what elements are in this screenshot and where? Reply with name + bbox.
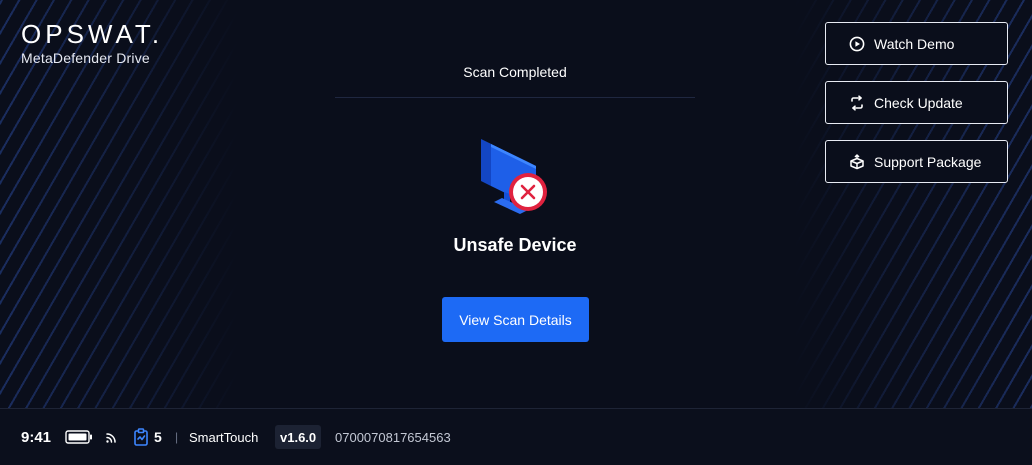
monitor-icon (481, 139, 547, 214)
clipboard-check-icon (133, 409, 149, 465)
view-scan-details-button[interactable]: View Scan Details (442, 297, 589, 342)
wireless-icon (104, 409, 120, 465)
check-update-button[interactable]: Check Update (825, 81, 1008, 124)
app-screen: OPSWAT. MetaDefender Drive Scan Complete… (0, 0, 1032, 465)
status-bar: 9:41 5 | SmartTouch v1.6.0 0700070817654… (0, 408, 1032, 465)
package-icon (849, 153, 865, 170)
watch-demo-button[interactable]: Watch Demo (825, 22, 1008, 65)
product-name: MetaDefender Drive (21, 50, 150, 66)
scan-title: Scan Completed (463, 64, 567, 80)
device-name: SmartTouch (189, 429, 259, 445)
view-scan-details-label: View Scan Details (459, 311, 572, 328)
clock-time: 9:41 (21, 428, 52, 446)
support-package-button[interactable]: Support Package (825, 140, 1008, 183)
status-separator: | (175, 430, 179, 444)
unsafe-device-illustration (476, 136, 552, 216)
title-divider (335, 97, 695, 98)
check-update-label: Check Update (874, 94, 963, 111)
watch-demo-label: Watch Demo (874, 35, 955, 52)
logo-text: OPSWAT. (21, 19, 164, 49)
error-x-icon (509, 173, 547, 211)
version-badge: v1.6.0 (275, 425, 322, 449)
battery-icon (65, 409, 93, 465)
support-package-label: Support Package (874, 153, 982, 170)
clipboard-count: 5 (154, 429, 162, 445)
brand-logo: OPSWAT. MetaDefender Drive (21, 20, 163, 66)
refresh-icon (849, 94, 865, 111)
scan-status-text: Unsafe Device (453, 235, 577, 255)
serial-number: 0700070817654563 (335, 429, 451, 445)
play-circle-icon (849, 36, 865, 52)
